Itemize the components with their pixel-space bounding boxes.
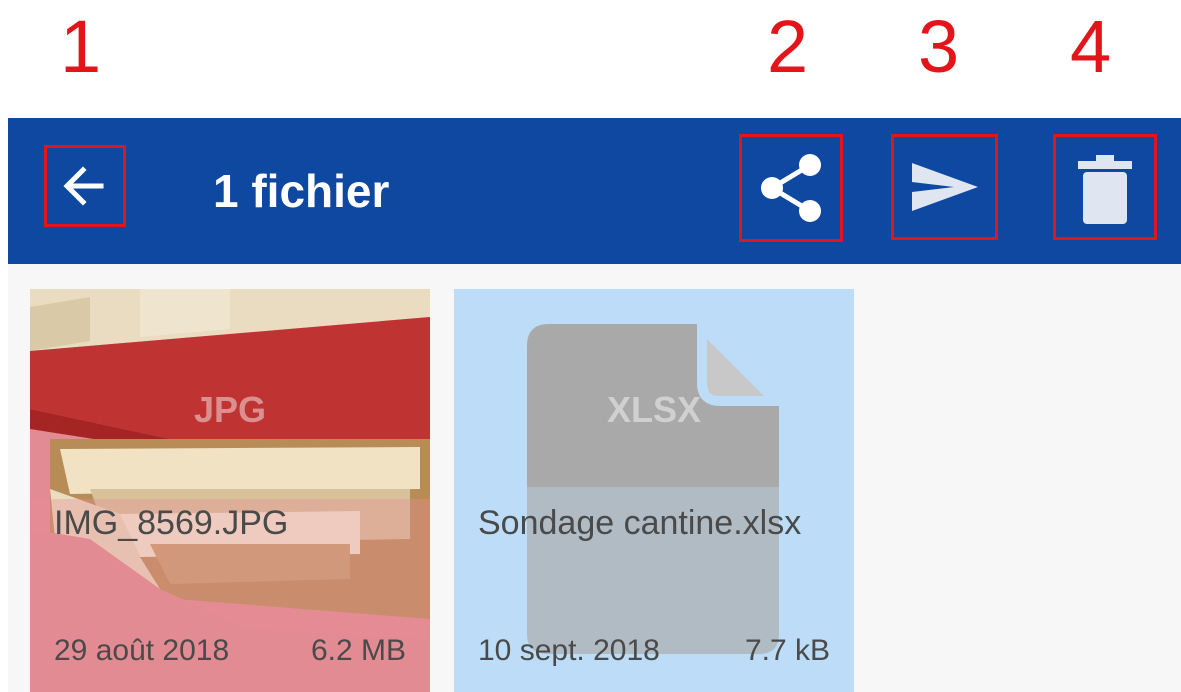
share-icon	[761, 154, 821, 222]
file-size: 6.2 MB	[310, 634, 406, 667]
callout-4: 4	[1070, 5, 1112, 88]
file-grid: JPG IMG_8569.JPG 29 août 2018 6.2 MB XLS…	[8, 264, 1181, 692]
file-card-selected[interactable]: XLSX Sondage cantine.xlsx 10 sept. 2018 …	[454, 289, 854, 692]
callout-2: 2	[767, 5, 809, 88]
send-icon	[912, 163, 978, 211]
trash-icon	[1078, 155, 1132, 224]
page-title: 1 fichier	[213, 165, 390, 217]
arrow-left-icon	[63, 166, 104, 206]
app-bar: 1 fichier	[8, 118, 1181, 264]
callout-1: 1	[60, 5, 102, 88]
file-name: Sondage cantine.xlsx	[478, 504, 802, 542]
file-type-label: XLSX	[606, 389, 702, 430]
file-date: 29 août 2018	[54, 634, 230, 667]
file-name: IMG_8569.JPG	[54, 504, 289, 542]
document-icon	[527, 314, 789, 654]
file-card[interactable]: JPG IMG_8569.JPG 29 août 2018 6.2 MB	[30, 289, 430, 692]
image-thumbnail	[30, 289, 430, 692]
file-type-label: JPG	[193, 389, 267, 430]
file-date: 10 sept. 2018	[478, 634, 660, 667]
delete-button[interactable]	[1053, 134, 1157, 240]
share-button[interactable]	[739, 134, 843, 242]
send-button[interactable]	[891, 134, 998, 240]
callout-3: 3	[918, 5, 960, 88]
file-size: 7.7 kB	[744, 634, 830, 667]
back-button[interactable]	[44, 145, 126, 227]
